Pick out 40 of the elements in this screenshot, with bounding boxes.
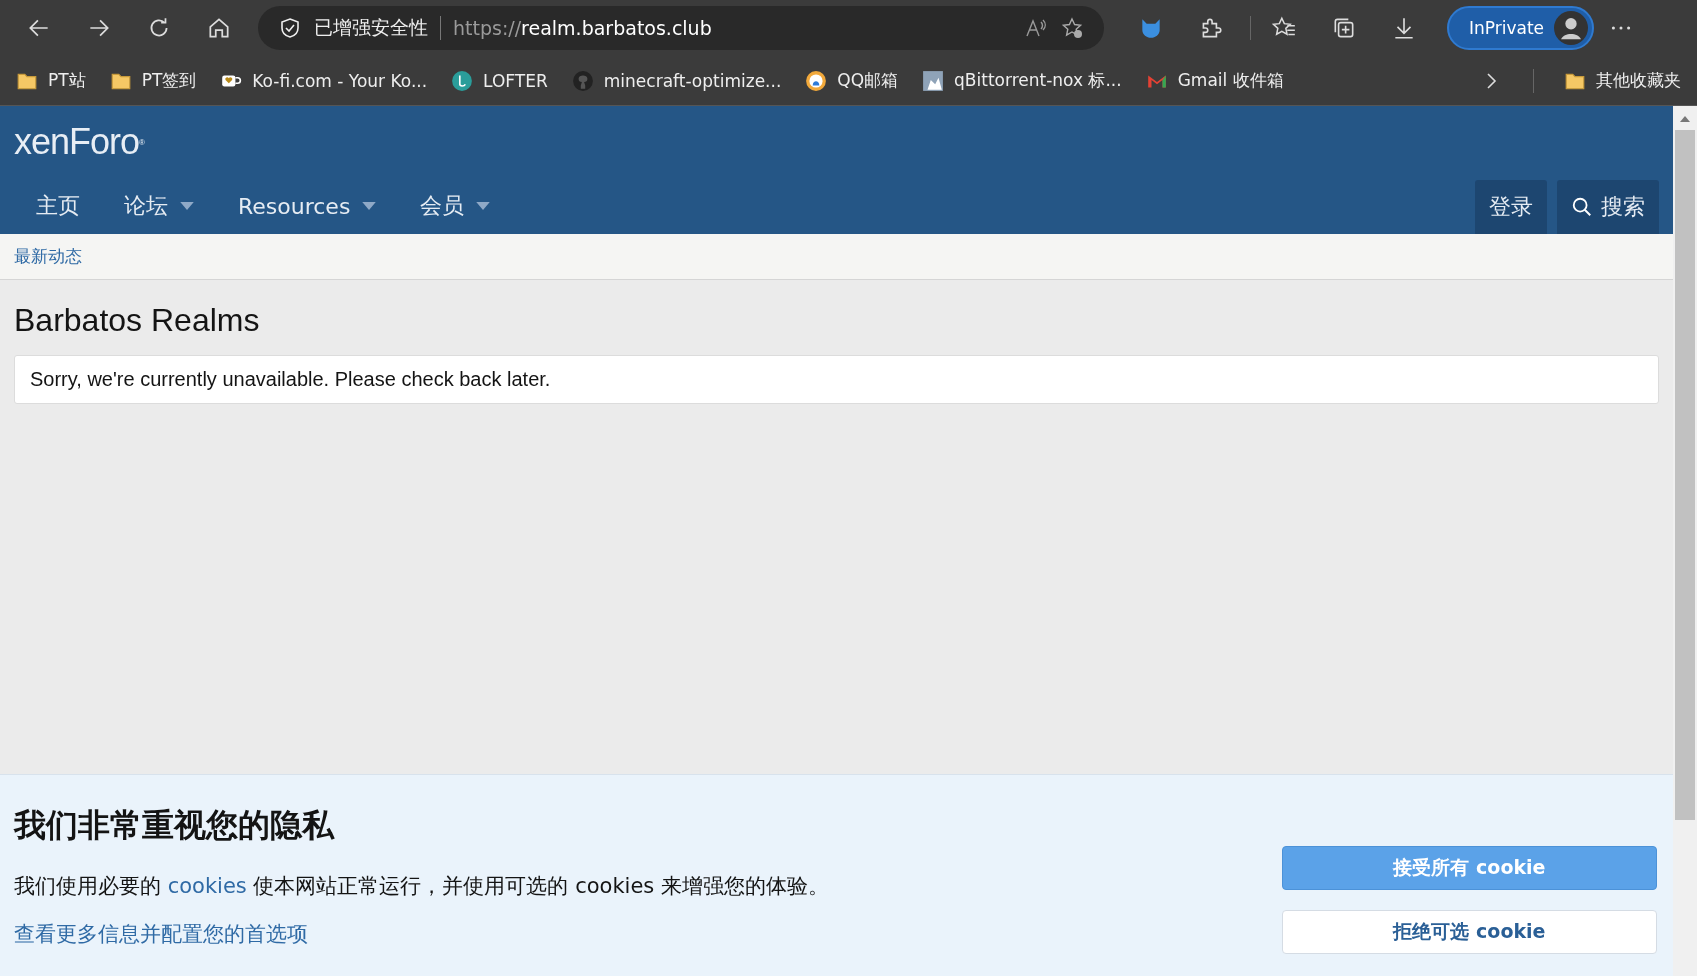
nav-tab[interactable]: 论坛	[124, 191, 168, 221]
caret-icon[interactable]	[180, 201, 194, 211]
security-label[interactable]: 已增强安全性	[314, 15, 428, 41]
bookmark-label[interactable]: minecraft-optimize...	[603, 70, 782, 91]
cookie-heading: 我们非常重视您的隐私	[14, 804, 334, 846]
inprivate-button[interactable]: InPrivate	[1447, 6, 1595, 50]
message-box: Sorry, we're currently unavailable. Please check back later.	[14, 355, 1659, 404]
scrollbar-thumb[interactable]	[1675, 130, 1695, 820]
letter-l-circle-icon[interactable]	[451, 69, 474, 92]
site-logo[interactable]: xenForo$^{®}$	[14, 106, 144, 178]
search-icon[interactable]	[1571, 196, 1593, 218]
scroll-up-arrow-icon[interactable]	[1680, 116, 1690, 122]
bookmark-label[interactable]: qBittorrent-nox 标...	[954, 69, 1122, 92]
latest-activity-link[interactable]: 最新动态	[14, 245, 82, 268]
cookie-text: 我们使用必要的 cookies 使本网站正常运行，并使用可选的 cookies 来增强您的体验。	[14, 872, 829, 900]
caret-icon[interactable]	[476, 201, 491, 211]
caret-icon[interactable]	[362, 201, 377, 211]
cookies-link[interactable]: cookies	[167, 873, 247, 898]
login-button[interactable]: 登录	[1475, 180, 1547, 234]
bookmark-label[interactable]: Ko-fi.com - Your Ko...	[252, 70, 428, 91]
bookmark-label[interactable]: PT站	[48, 69, 86, 92]
reject-cookies-button[interactable]: 拒绝可选 cookie	[1282, 909, 1657, 954]
shield-icon[interactable]	[278, 16, 302, 40]
bookmark-label[interactable]: Gmail 收件箱	[1177, 69, 1284, 92]
url-text[interactable]: https://realm.barbatos.club	[453, 17, 712, 39]
address-bar[interactable]: 已增强安全性 https://realm.barbatos.club	[258, 6, 1104, 50]
page-title: Barbatos Realms	[14, 302, 260, 339]
preferences-link[interactable]: 查看更多信息并配置您的首选项	[14, 921, 308, 946]
bookmark-label[interactable]: QQ邮箱	[837, 69, 899, 92]
avatar-icon	[1554, 11, 1589, 45]
nav-tab[interactable]: 主页	[36, 191, 80, 221]
thumbnail-image-icon[interactable]	[922, 69, 945, 92]
search-button[interactable]: 搜索	[1557, 180, 1659, 234]
bookmark-label[interactable]: LOFTER	[483, 70, 548, 91]
nav-tab[interactable]: Resources	[238, 193, 351, 219]
add-favorite-icon[interactable]	[1060, 16, 1084, 40]
nav-tab[interactable]: 会员	[420, 191, 465, 221]
scrollbar[interactable]	[1673, 106, 1697, 976]
bookmark-label[interactable]: PT签到	[141, 69, 197, 92]
bookmark-folder-label[interactable]: 其他收藏夹	[1596, 69, 1681, 92]
